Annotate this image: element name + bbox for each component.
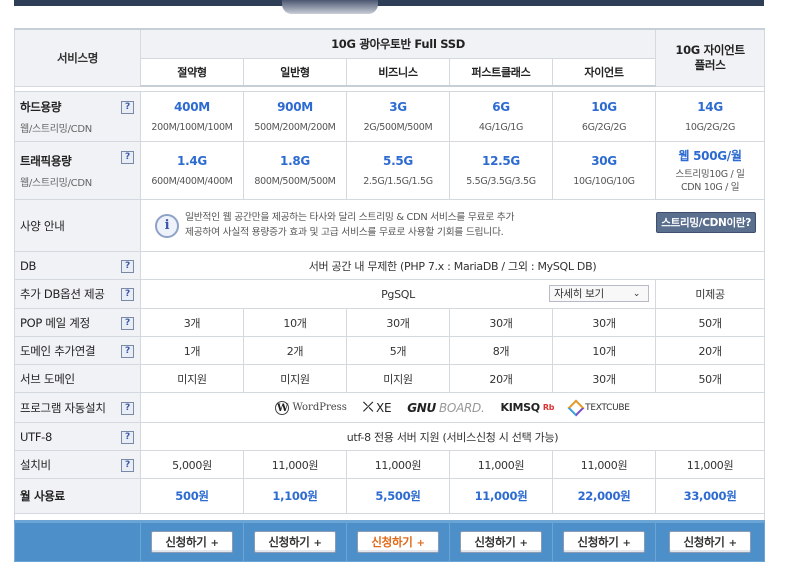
plus-icon: + bbox=[210, 538, 219, 549]
apply-button-business[interactable]: 신청하기 + bbox=[357, 531, 439, 553]
db-option-cell: PgSQL 자세히 보기 ⌄ bbox=[139, 279, 657, 309]
kimsq-logo: KIMSQ Rb bbox=[500, 401, 555, 414]
table-row: UTF-8 ? utf-8 전용 서버 지원 (서비스신청 시 선택 가능) bbox=[14, 422, 766, 451]
apply-button-firstclass[interactable]: 신청하기 + bbox=[460, 531, 542, 553]
streaming-cdn-info-button[interactable]: 스트리밍/CDN이란? bbox=[656, 212, 757, 233]
autoinstall-label-cell: 프로그램 자동설치 ? bbox=[14, 392, 141, 423]
apply-button-giant[interactable]: 신청하기 + bbox=[563, 531, 646, 553]
utf8-label-cell: UTF-8 ? bbox=[14, 422, 141, 451]
apply-button-standard[interactable]: 신청하기 + bbox=[254, 531, 336, 553]
table-row: 하드용량 웹/스트리밍/CDN ? 400M 200M/100M/100M 900… bbox=[14, 91, 766, 142]
apply-button-saver[interactable]: 신청하기 + bbox=[151, 531, 233, 553]
monthly-fee-label-cell: 월 사용료 bbox=[14, 478, 141, 514]
textcube-icon bbox=[567, 399, 585, 416]
pop-label-cell: POP 메일 계정 ? bbox=[14, 308, 141, 337]
table-row: 월 사용료 500원 1,100원 5,500원 11,000원 22,000원… bbox=[14, 478, 766, 514]
table-row: 추가 DB옵션 제공 ? PgSQL 자세히 보기 ⌄ 미제공 bbox=[14, 279, 766, 309]
autoinstall-logos-cell: W WordPress ⤫ XE GNU BOARD. KIMSQ Rb TEXTC… bbox=[139, 392, 766, 423]
banner-image bbox=[282, 0, 378, 14]
help-icon[interactable]: ? bbox=[121, 430, 134, 444]
tier-header-firstclass: 퍼스트클래스 bbox=[449, 58, 553, 87]
top-banner bbox=[14, 0, 764, 6]
spec-label-cell: 사양 안내 bbox=[14, 199, 141, 252]
wordpress-logo: W WordPress bbox=[275, 400, 347, 415]
spec-info-cell: i 일반적인 웹 공간만을 제공하는 타사와 달리 스트리밍 & CDN 서비스… bbox=[139, 199, 766, 252]
apply-footer: 신청하기 + 신청하기 + 신청하기 + 신청하기 + 신청하기 + 신청하기 + bbox=[14, 520, 766, 562]
table-row: 사양 안내 i 일반적인 웹 공간만을 제공하는 타사와 달리 스트리밍 & C… bbox=[14, 199, 766, 252]
chevron-down-icon: ⌄ bbox=[632, 289, 641, 299]
help-icon[interactable]: ? bbox=[121, 101, 134, 114]
plus-icon: + bbox=[313, 538, 322, 549]
apply-button-giant-plus[interactable]: 신청하기 + bbox=[669, 531, 752, 553]
table-row: 프로그램 자동설치 ? W WordPress ⤫ XE GNU BOARD. K… bbox=[14, 392, 766, 423]
domain-label-cell: 도메인 추가연결 ? bbox=[14, 336, 141, 365]
traffic-label-cell: 트래픽용량 웹/스트리밍/CDN ? bbox=[14, 141, 141, 200]
tier-header-giant: 자이언트 bbox=[551, 58, 657, 87]
help-icon[interactable]: ? bbox=[121, 401, 134, 415]
gnuboard-logo: GNU BOARD. bbox=[407, 400, 485, 415]
plus-icon: + bbox=[519, 538, 528, 549]
table-row: POP 메일 계정 ? 3개 10개 30개 30개 30개 50개 bbox=[14, 308, 766, 337]
xe-icon: ⤫ bbox=[362, 400, 374, 415]
table-row: DB ? 서버 공간 내 무제한 (PHP 7.x : MariaDB / 그외… bbox=[14, 251, 766, 280]
help-icon[interactable]: ? bbox=[121, 344, 134, 358]
db-option-label-cell: 추가 DB옵션 제공 ? bbox=[14, 279, 141, 309]
help-icon[interactable]: ? bbox=[121, 458, 134, 472]
db-value: 서버 공간 내 무제한 (PHP 7.x : MariaDB / 그외 : My… bbox=[139, 251, 766, 280]
plan-group-title: 10G 광아우토반 Full SSD bbox=[139, 28, 657, 59]
help-icon[interactable]: ? bbox=[121, 151, 134, 164]
detail-view-button[interactable]: 자세히 보기 ⌄ bbox=[549, 285, 650, 302]
giant-plus-header: 10G 자이언트 플러스 bbox=[655, 28, 766, 87]
disk-label-cell: 하드용량 웹/스트리밍/CDN ? bbox=[14, 91, 141, 142]
db-option-giant: 미제공 bbox=[655, 279, 766, 309]
plus-icon: + bbox=[622, 538, 631, 549]
wordpress-icon: W bbox=[275, 400, 290, 415]
db-label-cell: DB ? bbox=[14, 251, 141, 280]
hosting-plan-table: 서비스명 10G 광아우토반 Full SSD 10G 자이언트 플러스 절약형… bbox=[13, 28, 766, 562]
tier-header-business: 비즈니스 bbox=[346, 58, 450, 87]
setup-fee-label-cell: 설치비 ? bbox=[14, 450, 141, 479]
plus-icon: + bbox=[416, 538, 425, 549]
service-name-header: 서비스명 bbox=[14, 28, 141, 87]
help-icon[interactable]: ? bbox=[121, 316, 134, 330]
utf8-value: utf-8 전용 서버 지원 (서비스신청 시 선택 가능) bbox=[139, 422, 766, 451]
table-row: 설치비 ? 5,000원 11,000원 11,000원 11,000원 11,… bbox=[14, 450, 766, 479]
help-icon[interactable]: ? bbox=[121, 259, 134, 273]
table-row: 트래픽용량 웹/스트리밍/CDN ? 1.4G 600M/400M/400M 1.… bbox=[14, 141, 766, 200]
textcube-logo: TEXTCUBE bbox=[567, 399, 630, 416]
info-icon: i bbox=[155, 214, 179, 238]
subdomain-label-cell: 서브 도메인 bbox=[14, 364, 141, 393]
tier-header-standard: 일반형 bbox=[243, 58, 347, 87]
plus-icon: + bbox=[728, 538, 737, 549]
table-row: 서브 도메인 미지원 미지원 미지원 20개 30개 50개 bbox=[14, 364, 766, 393]
xe-logo: ⤫ XE bbox=[362, 400, 392, 415]
tier-header-saver: 절약형 bbox=[140, 58, 244, 87]
help-icon[interactable]: ? bbox=[121, 288, 134, 301]
table-row: 도메인 추가연결 ? 1개 2개 5개 8개 10개 20개 bbox=[14, 336, 766, 365]
